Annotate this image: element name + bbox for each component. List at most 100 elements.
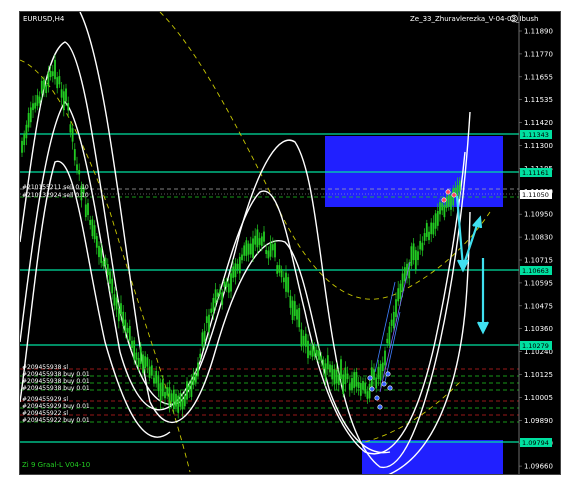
candle-body <box>36 95 39 106</box>
candle-body <box>375 377 378 389</box>
candle-body <box>307 340 309 359</box>
candle-body <box>111 278 114 294</box>
candle-body <box>221 292 224 305</box>
candle-body <box>252 238 254 258</box>
candle-body <box>199 353 202 358</box>
candle-body <box>313 346 316 357</box>
candle-body <box>403 267 406 282</box>
candle-body <box>232 266 235 278</box>
candle-body <box>150 365 153 376</box>
candle-body <box>430 222 433 235</box>
candle-body <box>315 349 318 357</box>
order-label: #209455922 buy 0.01 <box>22 417 90 424</box>
candle-body <box>106 264 109 276</box>
candle-body <box>287 277 290 293</box>
price-label-5: 1.09794 <box>520 438 552 447</box>
candle-body <box>164 392 166 399</box>
candle-body <box>172 389 175 410</box>
candle-body <box>249 243 252 255</box>
candle-body <box>60 89 63 98</box>
candle-body <box>197 362 199 376</box>
candle-body <box>241 254 243 261</box>
candle-body <box>351 378 353 390</box>
candle-body <box>300 329 303 347</box>
candle-body <box>78 169 81 175</box>
candle-body <box>190 379 193 397</box>
candle-body <box>49 70 52 78</box>
order-label: #209455929 buy 0.01 <box>22 403 90 410</box>
candle-body <box>362 381 364 390</box>
candle-body <box>212 297 215 313</box>
candle-body <box>322 359 325 370</box>
candle-body <box>342 374 345 395</box>
candle-body <box>318 350 320 360</box>
svg-text:1.10279: 1.10279 <box>522 342 549 350</box>
candle-body <box>368 383 371 399</box>
chart-window[interactable]: EURUSD,H4 Ze_33_Zhuravlerezka_V-04-03_Ib… <box>19 11 561 475</box>
price-label-2: 1.11161 <box>520 168 552 177</box>
candle-body <box>309 350 312 356</box>
candle-body <box>34 102 37 109</box>
candle-body <box>243 245 246 256</box>
candle-body <box>274 242 276 258</box>
candle-body <box>247 243 250 255</box>
sell-order-label-1: #210155211 sell 0.10 <box>22 184 89 191</box>
candle-body <box>43 79 45 90</box>
candle-body <box>340 359 342 379</box>
candle-body <box>419 240 422 250</box>
candle-body <box>320 355 323 361</box>
candle-body <box>344 367 347 385</box>
candle-body <box>280 269 283 278</box>
candle-body <box>38 96 41 104</box>
candle-body <box>91 219 94 237</box>
candle-body <box>183 395 186 407</box>
order-label: #209455938 buy 0.01 <box>22 371 90 378</box>
svg-text:1.11161: 1.11161 <box>522 169 549 177</box>
candle-body <box>155 370 158 384</box>
candle-body <box>93 225 96 240</box>
price-tick-label: 1.11300 <box>524 142 553 150</box>
candle-body <box>271 244 274 251</box>
candle-body <box>115 297 118 310</box>
candle-body <box>289 295 292 308</box>
candle-body <box>144 356 147 368</box>
candle-body <box>100 247 103 263</box>
lower-blue-zone <box>362 440 503 474</box>
order-label: #209455938 buy 0.01 <box>22 385 90 392</box>
candle-body <box>139 346 142 364</box>
candle-body <box>384 350 386 366</box>
svg-text:1.11050: 1.11050 <box>522 191 549 199</box>
candle-body <box>219 289 221 295</box>
order-label: #209455922 sl <box>22 410 68 417</box>
candle-body <box>348 383 351 390</box>
price-axis-ticks: 1.11890 1.11770 1.11655 1.11535 1.11420 1.113… <box>519 28 553 471</box>
candle-body <box>126 328 129 333</box>
candle-body <box>263 231 265 242</box>
candle-body <box>225 281 228 288</box>
candle-body <box>29 107 32 123</box>
candle-body <box>62 91 65 111</box>
candle-body <box>410 246 413 266</box>
price-tick-label: 1.10005 <box>524 394 553 402</box>
candle-body <box>45 85 48 94</box>
price-label-4: 1.10279 <box>520 341 552 350</box>
candle-body <box>56 77 59 89</box>
candle-body <box>153 377 155 384</box>
svg-text:1.09794: 1.09794 <box>522 439 549 447</box>
price-label-1: 1.11343 <box>520 130 552 139</box>
candle-body <box>146 357 149 367</box>
candle-body <box>142 354 144 373</box>
candle-body <box>177 395 180 413</box>
candle-body <box>256 229 259 248</box>
price-chart[interactable]: EURUSD,H4 Ze_33_Zhuravlerezka_V-04-03_Ib… <box>20 12 561 475</box>
candle-body <box>194 374 197 383</box>
candle-body <box>135 352 138 360</box>
candle-body <box>54 59 56 80</box>
price-tick-label: 1.10595 <box>524 279 553 287</box>
candle-body <box>254 235 257 245</box>
candle-body <box>293 301 296 316</box>
candle-body <box>159 383 162 402</box>
price-tick-label: 1.10715 <box>524 257 553 265</box>
candle-body <box>67 103 70 111</box>
candle-body <box>69 124 72 133</box>
